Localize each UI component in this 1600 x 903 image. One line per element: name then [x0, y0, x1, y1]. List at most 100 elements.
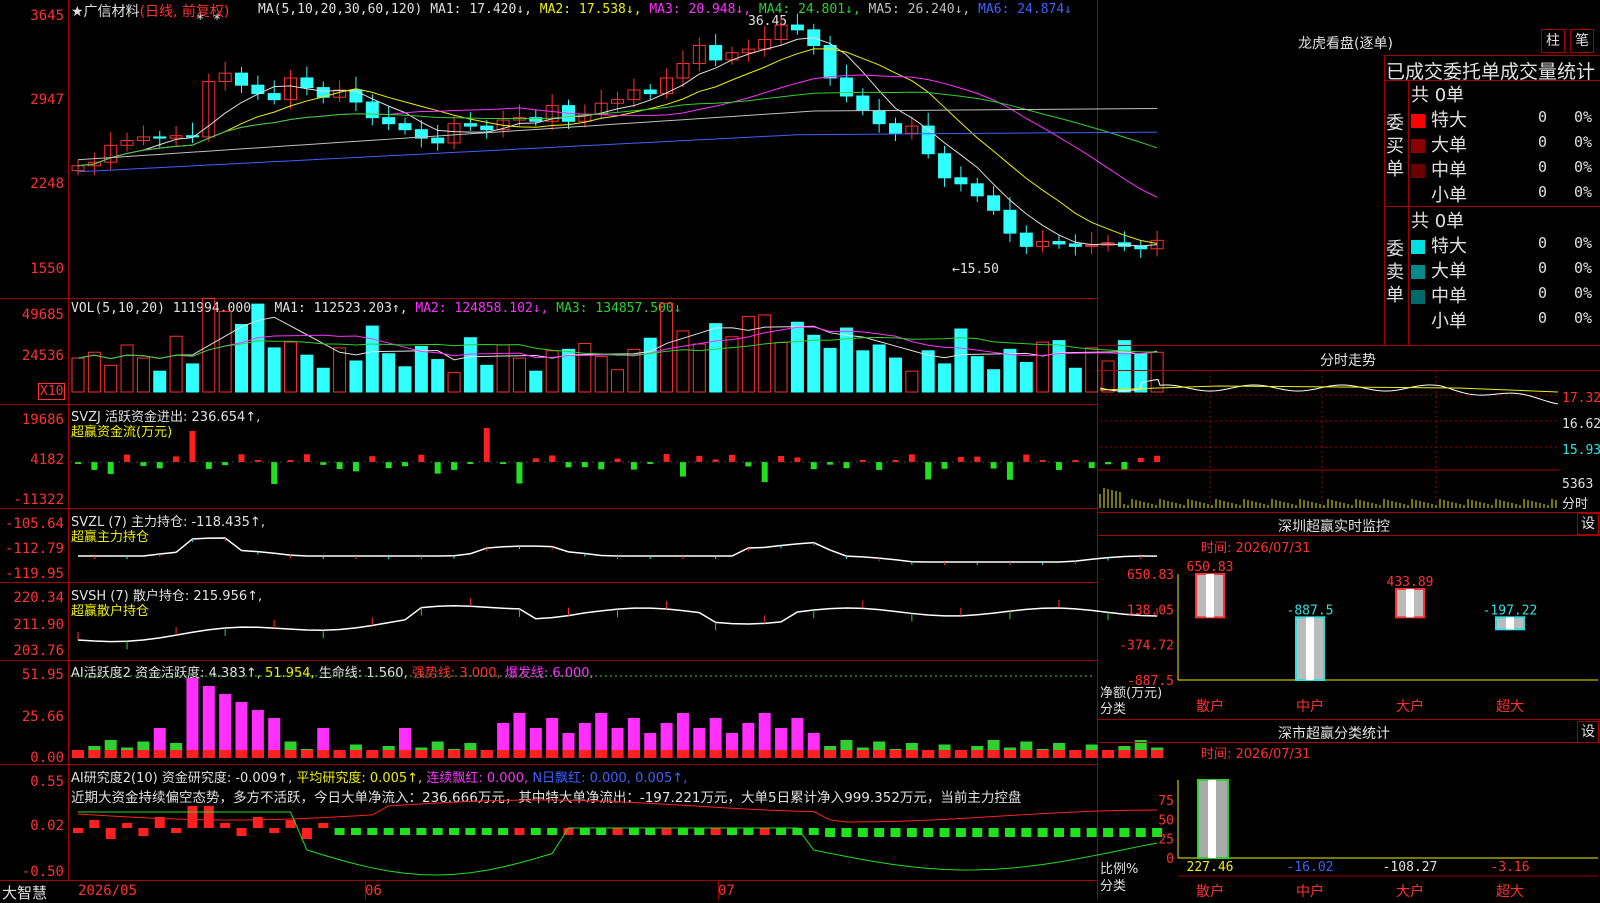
dragon-row-label: 大单 — [1431, 261, 1467, 282]
volume-bar — [365, 325, 379, 393]
research-bar — [400, 828, 410, 835]
research-bar — [628, 828, 639, 835]
activity-base — [186, 750, 199, 758]
flow-bar — [434, 462, 441, 474]
activity-base — [987, 750, 1000, 758]
research-bar — [252, 817, 263, 828]
volume-bar — [414, 345, 428, 393]
activity-base — [415, 750, 428, 758]
color-swatch — [1411, 189, 1425, 203]
activity-base — [366, 750, 379, 758]
flow-bar — [1023, 454, 1030, 462]
activity-base — [1036, 750, 1049, 758]
research-bar — [727, 828, 737, 835]
color-swatch — [1411, 290, 1425, 304]
volume-bar — [316, 367, 330, 393]
activity-base — [137, 750, 150, 758]
classify-tick: 0 — [1166, 852, 1174, 867]
research-bar — [874, 828, 885, 837]
volume-bar — [463, 337, 477, 393]
volume-bar — [594, 356, 608, 393]
activity-base — [922, 750, 935, 758]
research-bar — [808, 828, 819, 835]
monitor-category-label: 散户 — [1196, 698, 1224, 715]
dragon-row: 中单 — [1411, 156, 1467, 182]
dragon-title: 龙虎看盘(逐单) — [1298, 36, 1393, 52]
research-bar — [187, 806, 198, 828]
candle-body — [938, 153, 952, 179]
activity-base — [873, 750, 886, 758]
volume-bar — [889, 357, 902, 393]
activity-base — [905, 750, 918, 758]
volume-bar — [136, 357, 150, 393]
research-bar — [677, 828, 688, 835]
volume-bar — [741, 315, 755, 393]
research-bar — [612, 828, 623, 835]
monitor-category-label: 大户 — [1396, 698, 1424, 715]
ma-line — [77, 37, 1158, 247]
flow-bar — [565, 462, 572, 468]
activity-base — [938, 750, 951, 758]
activity-base — [676, 750, 689, 758]
activity-bar — [202, 686, 215, 758]
activity-base — [578, 750, 591, 758]
classify-settings-button[interactable]: 设 — [1577, 721, 1599, 743]
activity-base — [627, 750, 640, 758]
dragon-row-label: 小单 — [1431, 185, 1467, 206]
volume-bar — [480, 364, 494, 393]
flow-bar — [140, 462, 147, 466]
flow-bar — [271, 462, 278, 484]
activity-base — [480, 750, 493, 758]
activity-base — [317, 750, 330, 758]
volume-bar — [938, 363, 952, 393]
activity-base — [251, 750, 264, 758]
activity-base — [758, 750, 771, 758]
activity-bar — [219, 694, 232, 758]
volume-bar — [120, 344, 134, 393]
monitor-tick: 138.05 — [1127, 603, 1174, 618]
activity-base — [856, 750, 869, 758]
activity-bar — [235, 702, 248, 758]
activity-bar — [186, 678, 199, 758]
dragon-row-label: 特大 — [1431, 110, 1467, 131]
activity-base — [1085, 750, 1098, 758]
chart-area[interactable]: 3645 2947 2248 1550 49685 24536 X10 1968… — [0, 0, 1164, 902]
flow-bar — [205, 462, 212, 469]
candle-body — [1019, 232, 1033, 247]
buy-side-label: 委买单 — [1386, 113, 1404, 180]
flow-bar — [598, 462, 605, 470]
flow-bar — [124, 454, 131, 462]
dragon-row-count: 0 — [1538, 284, 1548, 302]
activity-base — [595, 750, 608, 758]
monitor-settings-button[interactable]: 设 — [1577, 513, 1599, 535]
pen-mode-button[interactable]: 笔 — [1570, 29, 1594, 53]
research-bar — [841, 828, 852, 837]
intraday-tick: 17.32 — [1562, 391, 1600, 406]
volume-bar — [251, 303, 265, 393]
flow-bar — [810, 462, 817, 470]
research-bar — [105, 828, 116, 839]
research-red-line — [77, 799, 1158, 823]
monitor-value-label: 650.83 — [1187, 560, 1234, 575]
research-bar — [449, 828, 460, 835]
dragon-row: 大单 — [1411, 131, 1467, 157]
flow-bar — [1088, 462, 1095, 469]
activity-base — [660, 750, 673, 758]
monitor-xlabel: 分类 — [1100, 702, 1127, 717]
research-bar — [857, 828, 868, 837]
flow-bar — [679, 462, 686, 477]
activity-base — [88, 750, 101, 758]
research-bar — [759, 828, 770, 835]
research-bar — [1021, 828, 1032, 837]
flow-bar — [516, 462, 523, 484]
classify-value-label: 227.46 — [1187, 860, 1234, 875]
activity-base — [709, 750, 722, 758]
research-bar — [955, 828, 966, 837]
dragon-row-pct: 0% — [1574, 259, 1593, 277]
volume-bar — [104, 364, 118, 393]
sell-side-label: 委卖单 — [1386, 239, 1404, 306]
flow-bar — [369, 456, 376, 462]
candle-body — [1052, 241, 1066, 245]
research-bar — [138, 828, 149, 836]
bar-mode-button[interactable]: 柱 — [1541, 29, 1565, 53]
